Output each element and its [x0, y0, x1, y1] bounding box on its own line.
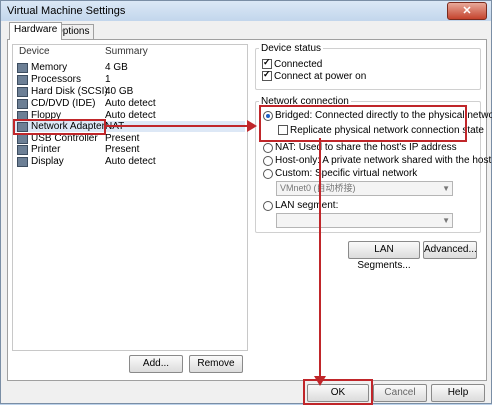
arrowhead-right: [247, 120, 257, 132]
settings-window: Virtual Machine Settings ✕ Hardware Opti…: [0, 0, 492, 405]
arrowhead-down: [314, 376, 326, 386]
tab-hardware[interactable]: Hardware: [9, 22, 63, 40]
annotation-arrowheads: [247, 120, 326, 386]
